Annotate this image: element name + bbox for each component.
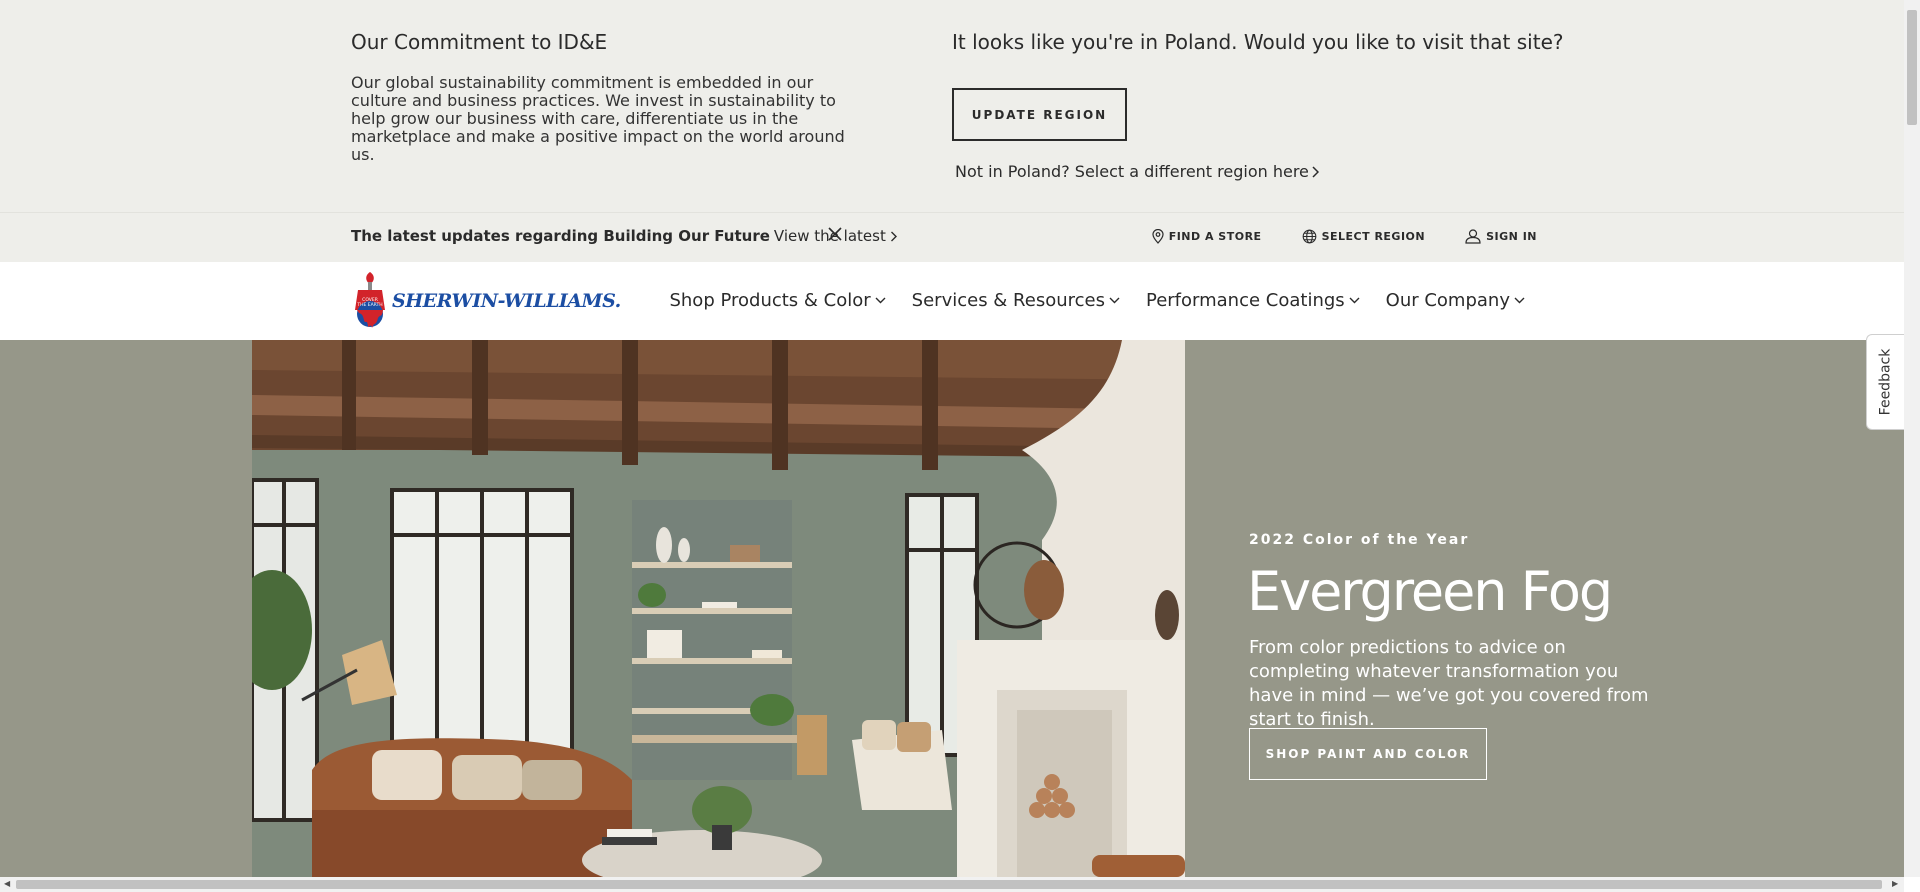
scroll-left-arrow-icon[interactable]: ◀: [4, 879, 10, 888]
close-icon[interactable]: [826, 225, 844, 243]
vertical-scrollbar-thumb[interactable]: [1907, 10, 1917, 125]
map-pin-icon: [1152, 229, 1164, 244]
globe-icon: [1302, 229, 1316, 244]
hero-section: 2022 Color of the Year Evergreen Fog Fro…: [0, 340, 1904, 877]
commitment-title: Our Commitment to ID&E: [351, 30, 608, 54]
hero-eyebrow: 2022 Color of the Year: [1249, 532, 1470, 548]
chevron-down-icon: [1349, 297, 1360, 304]
sign-in-label: SIGN IN: [1486, 230, 1537, 243]
nav-label: Shop Products & Color: [669, 290, 871, 311]
vertical-scrollbar-track[interactable]: [1904, 0, 1920, 877]
logo-wordmark: SHERWIN-WILLIAMS.: [392, 290, 621, 312]
update-region-button[interactable]: UPDATE REGION: [952, 88, 1127, 141]
hero-body: From color predictions to advice on comp…: [1249, 637, 1649, 730]
nav-our-company[interactable]: Our Company: [1386, 290, 1525, 311]
user-icon: [1465, 229, 1481, 244]
shop-paint-and-color-button[interactable]: SHOP PAINT AND COLOR: [1249, 728, 1487, 780]
chevron-right-icon: [890, 231, 897, 241]
nav-label: Our Company: [1385, 290, 1510, 311]
nav-services-resources[interactable]: Services & Resources: [912, 290, 1120, 311]
different-region-link[interactable]: Not in Poland? Select a different region…: [955, 162, 1319, 181]
logo[interactable]: COVER THE EARTH SHERWIN-WILLIAMS.: [352, 270, 621, 332]
commitment-text: Our global sustainability commitment is …: [351, 73, 845, 164]
select-region-link[interactable]: SELECT REGION: [1302, 229, 1426, 244]
update-message-bold: The latest updates regarding Building Ou…: [351, 227, 770, 245]
utility-bar: The latest updates regarding Building Ou…: [0, 212, 1904, 262]
horizontal-scrollbar-thumb[interactable]: [16, 880, 1882, 889]
sign-in-link[interactable]: SIGN IN: [1465, 229, 1537, 244]
different-region-label: Not in Poland? Select a different region…: [955, 162, 1309, 181]
main-header: COVER THE EARTH SHERWIN-WILLIAMS. Shop P…: [0, 262, 1904, 340]
nav-label: Services & Resources: [911, 290, 1105, 311]
main-nav: Shop Products & Color Services & Resourc…: [669, 290, 1525, 311]
nav-label: Performance Coatings: [1145, 290, 1345, 311]
utility-links: FIND A STORE SELECT REGION SIGN IN: [1152, 229, 1537, 244]
chevron-down-icon: [1514, 297, 1525, 304]
update-message: The latest updates regarding Building Ou…: [351, 227, 897, 245]
chevron-down-icon: [1109, 297, 1120, 304]
chevron-down-icon: [875, 297, 886, 304]
feedback-tab[interactable]: Feedback: [1866, 334, 1904, 430]
find-a-store-label: FIND A STORE: [1168, 230, 1262, 243]
cover-the-earth-logo-icon: COVER THE EARTH: [355, 272, 385, 328]
svg-text:THE EARTH: THE EARTH: [356, 302, 382, 308]
scroll-right-arrow-icon[interactable]: ▶: [1892, 879, 1898, 888]
region-question: It looks like you're in Poland. Would yo…: [952, 30, 1564, 54]
nav-performance-coatings[interactable]: Performance Coatings: [1146, 290, 1360, 311]
living-room-image: [252, 340, 1185, 877]
hero-title: Evergreen Fog: [1247, 560, 1613, 623]
select-region-label: SELECT REGION: [1321, 230, 1426, 243]
nav-shop-products-color[interactable]: Shop Products & Color: [669, 290, 886, 311]
feedback-label: Feedback: [1877, 348, 1894, 416]
chevron-right-icon: [1312, 165, 1319, 178]
find-a-store-link[interactable]: FIND A STORE: [1152, 229, 1262, 244]
region-banner: Our Commitment to ID&E Our global sustai…: [0, 0, 1904, 212]
